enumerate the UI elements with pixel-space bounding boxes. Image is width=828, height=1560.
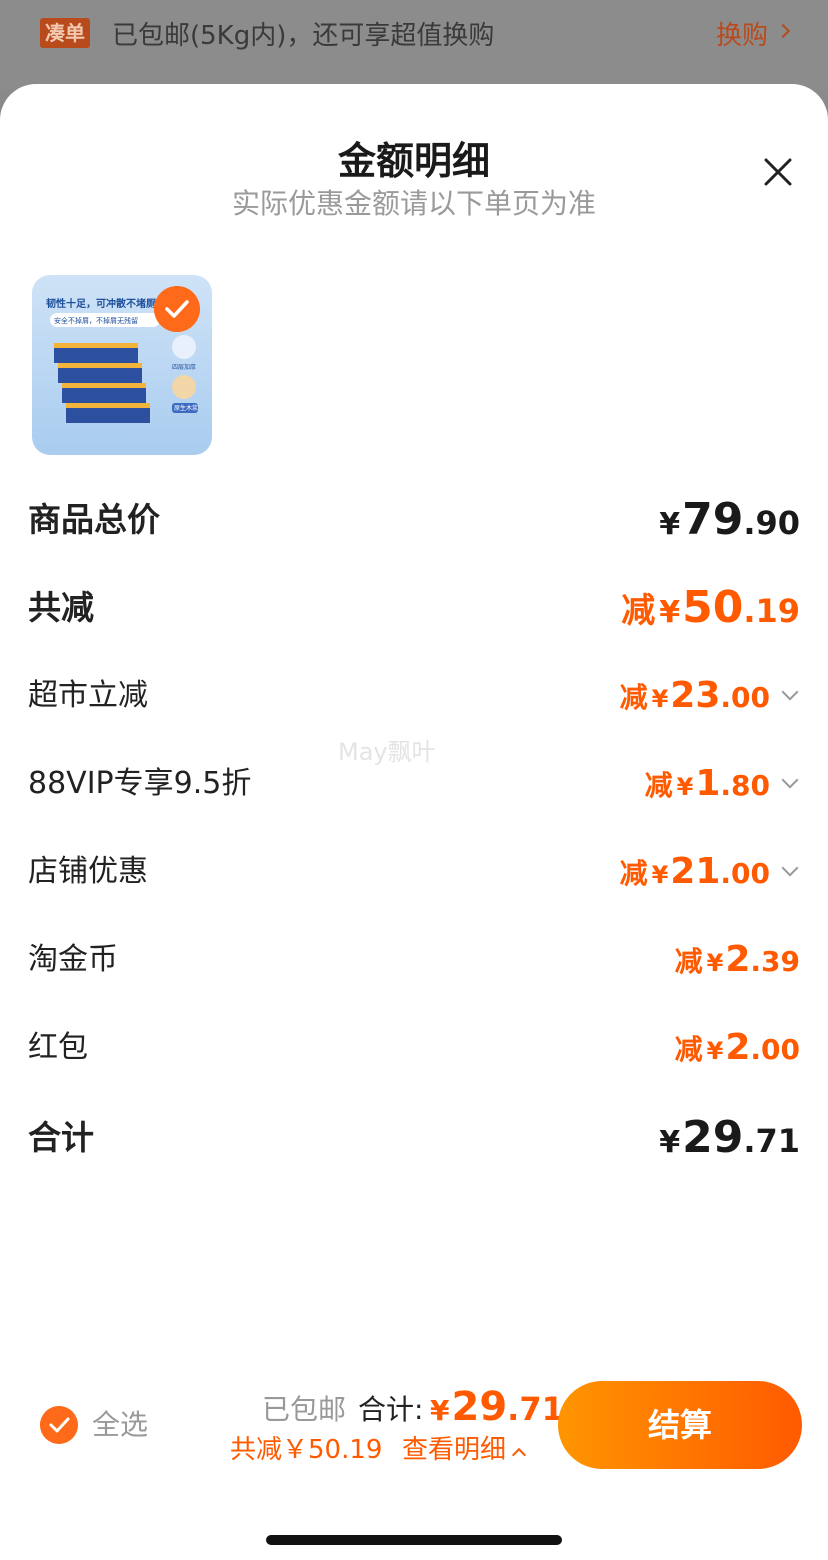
product-image-text-1: 韧性十足，可冲散不堵厕 (46, 297, 156, 310)
discount-item-store[interactable]: 店铺优惠 减 ¥ 21 .00 (28, 842, 800, 902)
discount-item-amount: 减 ¥ 1 .80 (645, 754, 770, 814)
exchange-link-label: 换购 (715, 21, 768, 51)
currency-symbol: ¥ (651, 685, 669, 713)
amount-integer: 2 (725, 1027, 751, 1068)
amount-decimal: .00 (720, 857, 770, 890)
discount-item-label: 红包 (28, 1030, 88, 1065)
discount-prefix: 减 (674, 1033, 703, 1066)
amount-integer: 50 (682, 582, 744, 633)
chevron-up-icon (511, 1447, 527, 1463)
discount-item-taojinbi: 淘金币 减 ¥ 2 .39 (28, 930, 800, 990)
amount-integer: 23 (670, 675, 721, 716)
grand-total-label: 合计 (28, 1118, 94, 1157)
select-all-label[interactable]: 全选 (92, 1406, 148, 1444)
amount-decimal: .19 (743, 592, 800, 630)
amount-decimal: .39 (750, 945, 800, 978)
currency-symbol: ¥ (659, 595, 681, 630)
discount-item-supermarket[interactable]: 超市立减 减 ¥ 23 .00 (28, 666, 800, 726)
discount-item-red-packet: 红包 减 ¥ 2 .00 (28, 1018, 800, 1078)
amount-integer: 79 (682, 494, 744, 545)
amount-decimal: .00 (720, 681, 770, 714)
currency-symbol: ¥ (651, 861, 669, 889)
amount-integer: 29 (451, 1384, 508, 1430)
chevron-down-icon[interactable] (781, 683, 799, 701)
discount-item-amount: 减 ¥ 2 .00 (675, 1018, 800, 1078)
bottom-total-amount: ¥ 29 .71 (430, 1384, 564, 1430)
discount-prefix: 减 (621, 591, 656, 631)
product-image-text-2: 安全不掉屑，不掉屑无残留 (54, 316, 138, 325)
discount-item-amount: 减 ¥ 2 .39 (675, 930, 800, 990)
amount-integer: 21 (670, 851, 721, 892)
currency-symbol: ¥ (676, 773, 694, 801)
close-icon[interactable] (762, 156, 794, 188)
discount-item-label: 淘金币 (28, 942, 118, 977)
discount-item-amount: 减 ¥ 23 .00 (620, 666, 770, 726)
view-detail-label: 查看明细 (402, 1435, 507, 1465)
discount-prefix: 减 (619, 681, 648, 714)
sheet-title: 金额明细 (337, 139, 490, 183)
product-selected-check-icon[interactable] (154, 286, 200, 332)
amount-integer: 2 (725, 939, 751, 980)
discount-item-amount: 减 ¥ 21 .00 (620, 842, 770, 902)
promo-text: 已包邮(5Kg内)，还可享超值换购 (112, 21, 495, 51)
subtotal-label: 商品总价 (28, 500, 160, 539)
discount-prefix: 减 (674, 945, 703, 978)
currency-symbol: ¥ (706, 1037, 724, 1065)
view-detail-link[interactable]: 查看明细 (402, 1432, 527, 1468)
amount-decimal: .71 (743, 1122, 800, 1160)
discount-item-label: 超市立减 (28, 678, 148, 713)
amount-decimal: .80 (720, 769, 770, 802)
subtotal-row: 商品总价 ¥ 79 .90 (28, 490, 800, 550)
select-all-check-icon[interactable] (40, 1406, 78, 1444)
bottom-total-label: 合计: (358, 1393, 424, 1426)
subtotal-amount: ¥ 79 .90 (659, 490, 800, 550)
amount-integer: 1 (695, 763, 721, 804)
discount-total-amount: 减 ¥ 50 .19 (621, 578, 800, 638)
discount-total-row: 共减 减 ¥ 50 .19 (28, 578, 800, 638)
product-image-tag-1: 四层加厚 (172, 363, 196, 371)
product-image-tag-2: 原生木浆 (174, 404, 198, 412)
amount-detail-sheet: 金额明细 实际优惠金额请以下单页为准 韧性十足，可冲散不堵厕 安全不掉屑，不掉屑… (0, 84, 828, 1560)
amount-decimal: .71 (507, 1390, 564, 1428)
promo-tag[interactable]: 凑单 (40, 18, 90, 48)
discount-item-label: 88VIP专享9.5折 (28, 766, 252, 801)
currency-symbol: ¥ (659, 1125, 681, 1160)
chevron-down-icon[interactable] (781, 771, 799, 789)
amount-decimal: .90 (743, 504, 800, 542)
amount-decimal: .00 (750, 1033, 800, 1066)
shipping-status: 已包邮 (262, 1393, 347, 1426)
saved-amount: 共减￥50.19 (230, 1435, 383, 1465)
discount-total-label: 共减 (28, 588, 94, 627)
chevron-down-icon[interactable] (781, 859, 799, 877)
grand-total-row: 合计 ¥ 29 .71 (28, 1108, 800, 1168)
discount-prefix: 减 (644, 769, 673, 802)
discount-item-label: 店铺优惠 (28, 854, 148, 889)
promo-bar: 凑单 已包邮(5Kg内)，还可享超值换购 换购 (0, 0, 828, 90)
currency-symbol: ¥ (430, 1394, 450, 1427)
currency-symbol: ¥ (706, 949, 724, 977)
discount-prefix: 减 (619, 857, 648, 890)
sheet-subtitle: 实际优惠金额请以下单页为准 (231, 187, 596, 220)
grand-total-amount: ¥ 29 .71 (659, 1108, 800, 1168)
amount-integer: 29 (682, 1112, 744, 1163)
home-indicator[interactable] (266, 1535, 562, 1545)
currency-symbol: ¥ (659, 507, 681, 542)
watermark: May飘叶 (338, 738, 436, 766)
checkout-button[interactable]: 结算 (558, 1381, 802, 1469)
